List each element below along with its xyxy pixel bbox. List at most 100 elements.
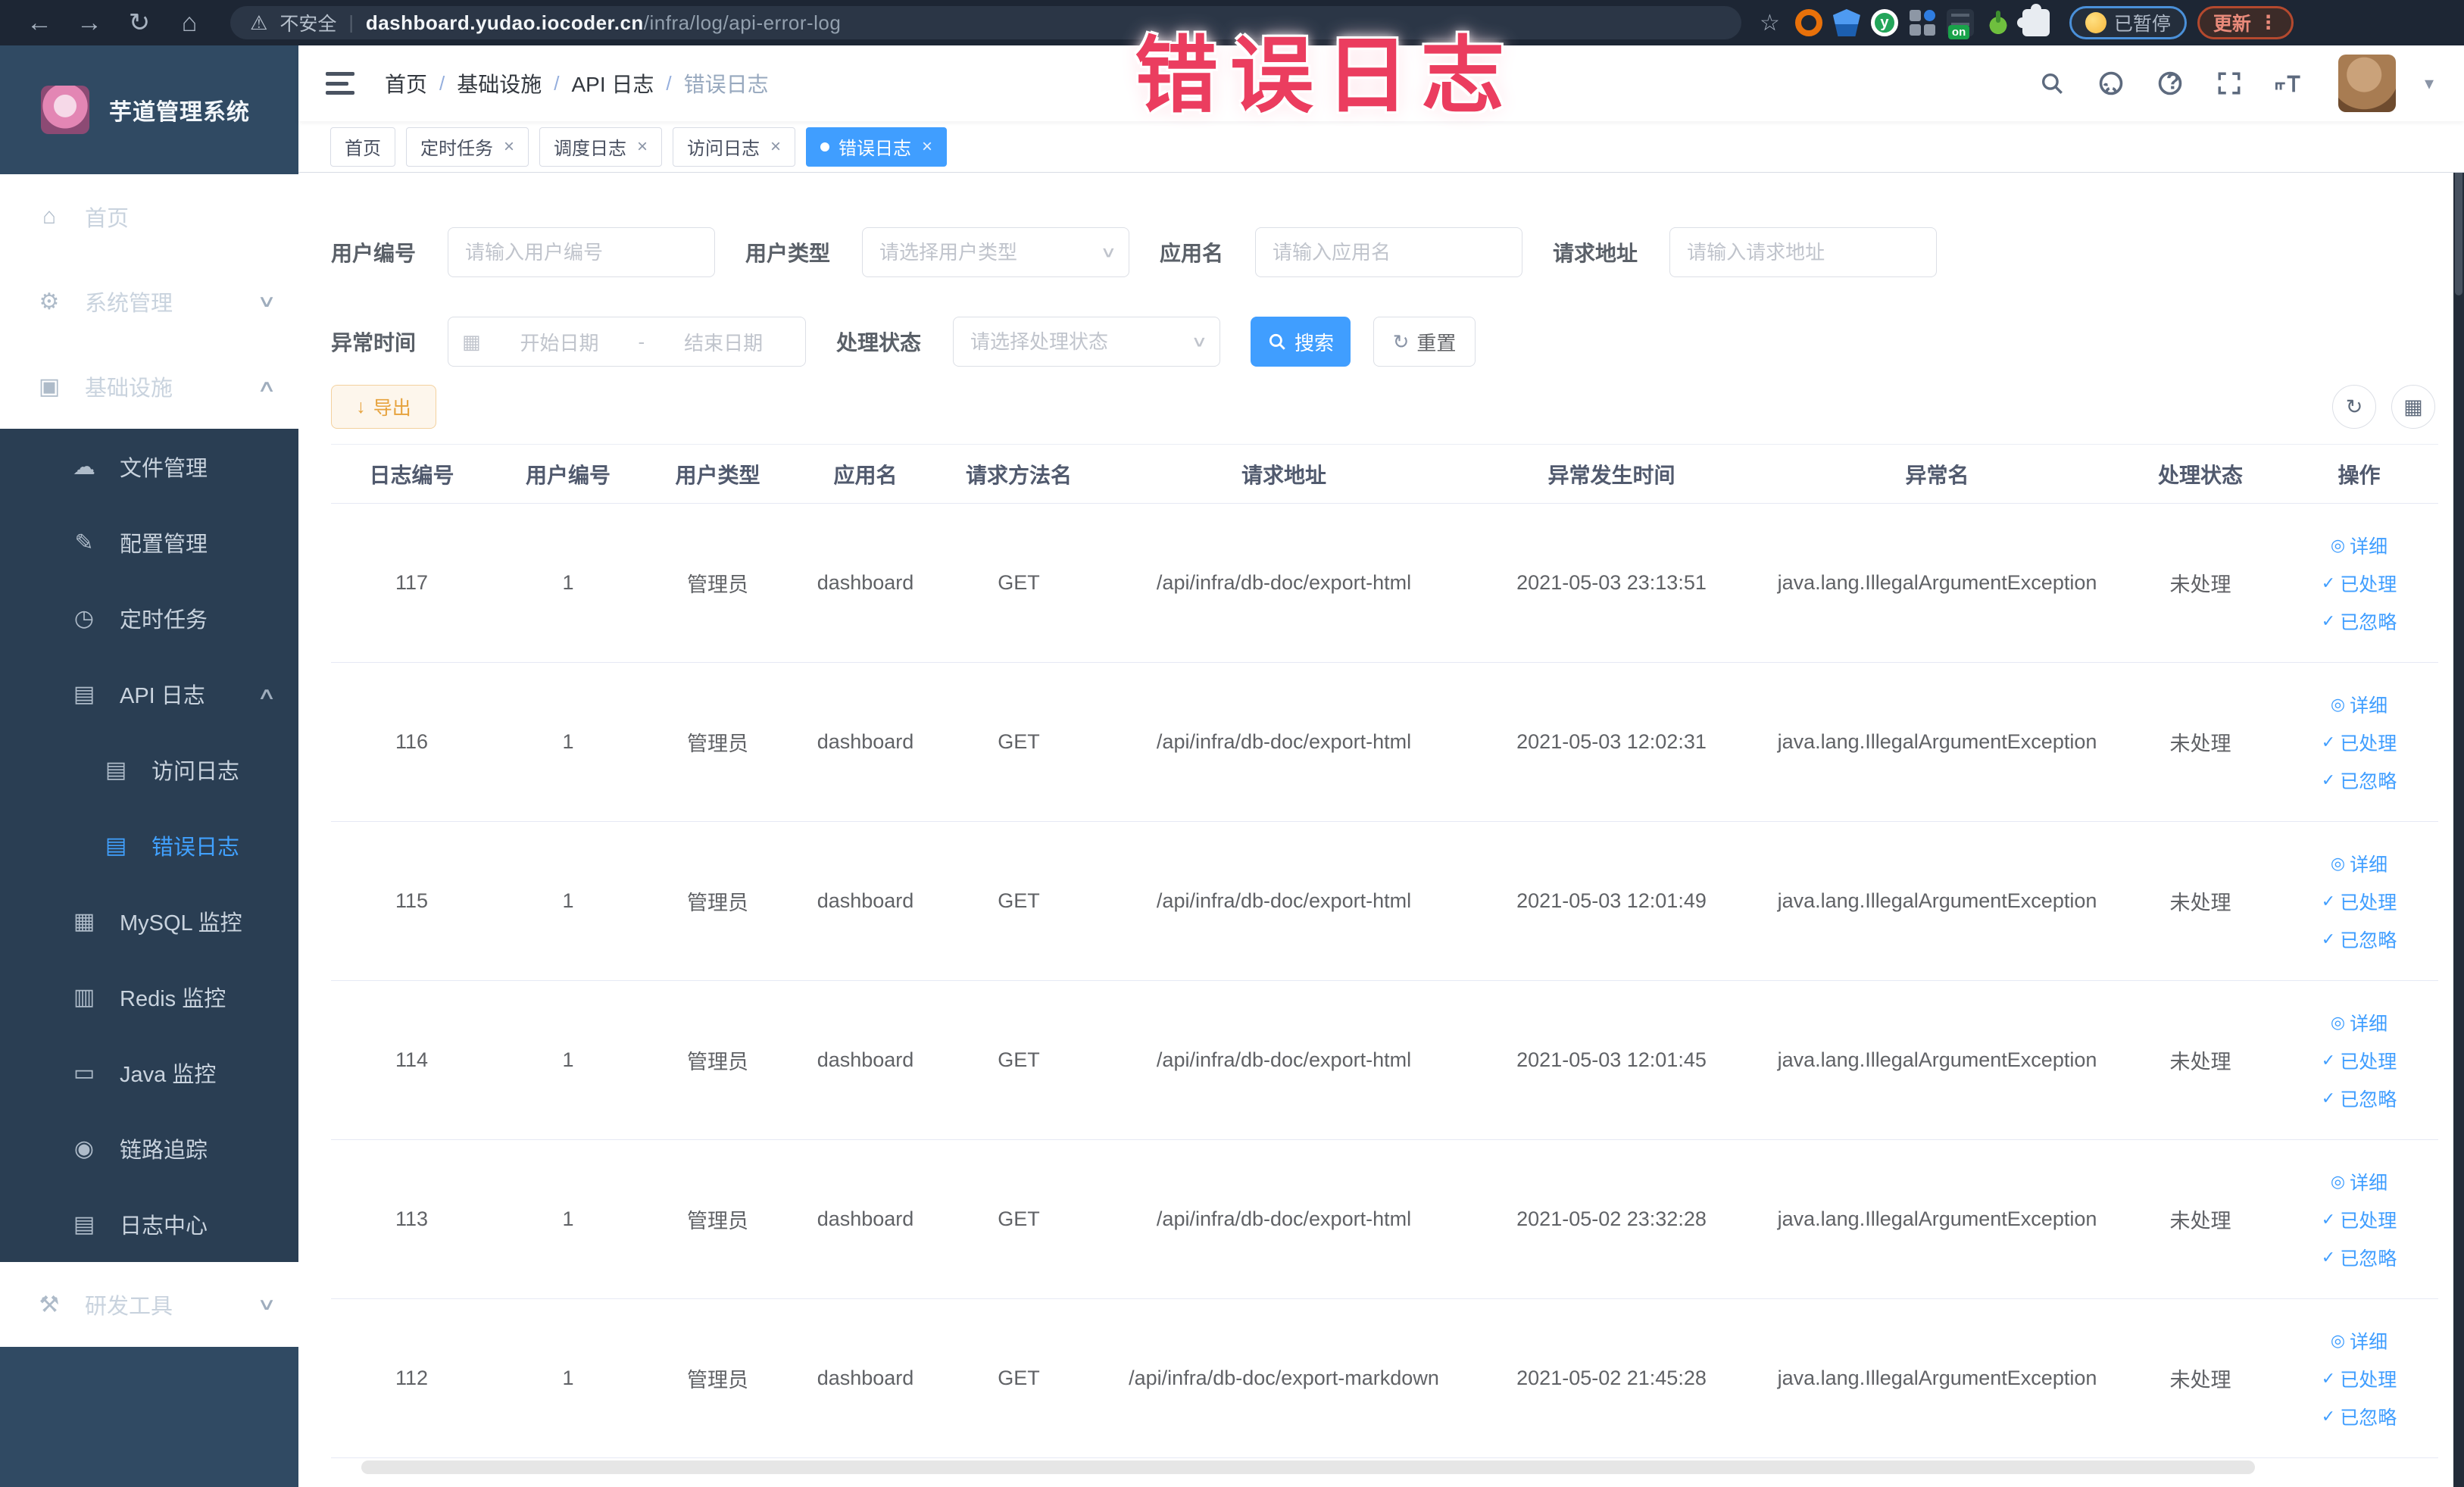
sidebar-item-redis[interactable]: ▥ Redis 监控 bbox=[0, 959, 298, 1035]
tab-调度日志[interactable]: 调度日志 × bbox=[539, 127, 663, 167]
extension-orange-icon[interactable] bbox=[1794, 9, 1822, 36]
user-type-select[interactable] bbox=[862, 227, 1130, 277]
action-已忽略[interactable]: ✓ 已忽略 bbox=[2322, 767, 2397, 794]
action-详细[interactable]: ◎ 详细 bbox=[2331, 532, 2387, 559]
tab-label: 错误日志 bbox=[839, 139, 912, 159]
breadcrumb-item[interactable]: 首页 bbox=[385, 68, 427, 98]
sidebar-item-home[interactable]: ⌂ 首页 bbox=[0, 174, 298, 259]
export-button[interactable]: ↓ 导出 bbox=[331, 385, 436, 429]
cell-exception: java.lang.IllegalArgumentException bbox=[1777, 730, 2097, 753]
reload-icon[interactable]: ↻ bbox=[120, 8, 159, 38]
check-icon: ✓ bbox=[2321, 1209, 2336, 1229]
action-已处理[interactable]: ✓ 已处理 bbox=[2322, 1365, 2397, 1392]
date-range-picker[interactable]: ▦ 开始日期 - 结束日期 bbox=[448, 317, 807, 367]
search-icon[interactable] bbox=[2037, 68, 2067, 98]
cell-user_type: 管理员 bbox=[687, 1369, 748, 1392]
sidebar-item-api-log[interactable]: ▤ API 日志 ∧ bbox=[0, 656, 298, 732]
action-label: 已处理 bbox=[2340, 892, 2397, 914]
sidebar-item-java[interactable]: ▭ Java 监控 bbox=[0, 1035, 298, 1111]
fullscreen-icon[interactable] bbox=[2214, 68, 2244, 98]
github-icon[interactable] bbox=[2096, 68, 2126, 98]
close-tab-icon[interactable]: × bbox=[770, 136, 781, 158]
action-详细[interactable]: ◎ 详细 bbox=[2331, 691, 2387, 718]
sidebar-item-devtools[interactable]: ⚒ 研发工具 ∨ bbox=[0, 1262, 298, 1347]
cell-status: 未处理 bbox=[2169, 1210, 2231, 1232]
action-详细[interactable]: ◎ 详细 bbox=[2331, 1168, 2387, 1195]
sidebar-item-error-log[interactable]: ▤ 错误日志 bbox=[0, 808, 298, 883]
eye-icon: ◎ bbox=[2330, 1171, 2346, 1191]
action-已处理[interactable]: ✓ 已处理 bbox=[2322, 888, 2397, 915]
extension-grid-icon[interactable] bbox=[1909, 9, 1936, 36]
sidebar-item-infra[interactable]: ▣ 基础设施 ∧ bbox=[0, 344, 298, 429]
cell-user_type: 管理员 bbox=[687, 892, 748, 914]
action-已忽略[interactable]: ✓ 已忽略 bbox=[2322, 1403, 2397, 1430]
tab-首页[interactable]: 首页 bbox=[330, 127, 395, 167]
chevron-down-icon[interactable]: ▾ bbox=[2425, 73, 2434, 95]
tab-定时任务[interactable]: 定时任务 × bbox=[406, 127, 529, 167]
profile-paused-pill[interactable]: 已暂停 bbox=[2069, 6, 2187, 39]
action-已忽略[interactable]: ✓ 已忽略 bbox=[2322, 608, 2397, 635]
font-size-icon[interactable] bbox=[2273, 68, 2303, 98]
action-已处理[interactable]: ✓ 已处理 bbox=[2322, 570, 2397, 597]
cell-exception: java.lang.IllegalArgumentException bbox=[1777, 1048, 2097, 1071]
bookmark-star-icon[interactable]: ☆ bbox=[1760, 10, 1780, 36]
breadcrumb-separator: / bbox=[666, 71, 672, 95]
search-button[interactable]: 搜索 bbox=[1251, 317, 1351, 367]
sidebar-item-system[interactable]: ⚙ 系统管理 ∨ bbox=[0, 259, 298, 344]
action-已忽略[interactable]: ✓ 已忽略 bbox=[2322, 1244, 2397, 1271]
sidebar-item-label: API 日志 bbox=[120, 684, 205, 708]
extension-shield-icon[interactable] bbox=[1832, 9, 1860, 36]
action-详细[interactable]: ◎ 详细 bbox=[2331, 850, 2387, 877]
menu-kebab-icon[interactable]: ⋮ bbox=[2259, 11, 2278, 34]
browser-update-pill[interactable]: 更新 ⋮ bbox=[2197, 6, 2294, 39]
action-已处理[interactable]: ✓ 已处理 bbox=[2322, 729, 2397, 756]
horizontal-scrollbar[interactable] bbox=[361, 1460, 2255, 1474]
column-header-id: 日志编号 bbox=[369, 463, 454, 487]
extension-sprout-icon[interactable] bbox=[1984, 9, 2012, 36]
reset-button[interactable]: ↻ 重置 bbox=[1373, 317, 1476, 367]
request-url-input[interactable] bbox=[1669, 227, 1938, 277]
close-tab-icon[interactable]: × bbox=[922, 136, 932, 158]
sidebar-item-job[interactable]: ◷ 定时任务 bbox=[0, 580, 298, 656]
action-已忽略[interactable]: ✓ 已忽略 bbox=[2322, 1085, 2397, 1112]
breadcrumb-item[interactable]: 基础设施 bbox=[457, 68, 542, 98]
process-status-select[interactable] bbox=[953, 317, 1221, 367]
extension-onoff-icon[interactable]: on bbox=[1946, 9, 1974, 39]
close-tab-icon[interactable]: × bbox=[637, 136, 648, 158]
action-已忽略[interactable]: ✓ 已忽略 bbox=[2322, 926, 2397, 953]
sidebar-item-trace[interactable]: ◉ 链路追踪 bbox=[0, 1111, 298, 1186]
refresh-button[interactable]: ↻ bbox=[2332, 385, 2376, 429]
close-tab-icon[interactable]: × bbox=[504, 136, 514, 158]
action-详细[interactable]: ◎ 详细 bbox=[2331, 1009, 2387, 1036]
vertical-scrollbar[interactable] bbox=[2453, 45, 2464, 1487]
tab-访问日志[interactable]: 访问日志 × bbox=[673, 127, 796, 167]
action-已处理[interactable]: ✓ 已处理 bbox=[2322, 1047, 2397, 1074]
action-已处理[interactable]: ✓ 已处理 bbox=[2322, 1206, 2397, 1233]
sidebar-item-mysql[interactable]: ▦ MySQL 监控 bbox=[0, 883, 298, 959]
browser-home-icon[interactable]: ⌂ bbox=[170, 8, 209, 38]
filter-row-2: 异常时间 ▦ 开始日期 - 结束日期 处理状态 ∨ bbox=[331, 317, 2438, 367]
back-icon[interactable]: ← bbox=[20, 8, 59, 38]
action-label: 已忽略 bbox=[2340, 1407, 2397, 1429]
action-详细[interactable]: ◎ 详细 bbox=[2331, 1327, 2387, 1354]
breadcrumb-item[interactable]: API 日志 bbox=[572, 68, 654, 98]
logo-row[interactable]: 芋道管理系统 bbox=[0, 45, 298, 174]
user-id-input[interactable] bbox=[448, 227, 716, 277]
extension-y-icon[interactable]: y bbox=[1870, 9, 1898, 36]
sidebar-item-label: 首页 bbox=[85, 207, 130, 231]
help-icon[interactable]: ? bbox=[2155, 68, 2185, 98]
sidebar-item-access-log[interactable]: ▤ 访问日志 bbox=[0, 732, 298, 808]
app-name-input[interactable] bbox=[1255, 227, 1523, 277]
column-settings-button[interactable]: ▦ bbox=[2391, 385, 2435, 429]
sidebar-item-config[interactable]: ✎ 配置管理 bbox=[0, 505, 298, 580]
sidebar-item-log-center[interactable]: ▤ 日志中心 bbox=[0, 1186, 298, 1262]
redis-icon: ▥ bbox=[73, 984, 95, 1010]
sidebar-item-file[interactable]: ☁ 文件管理 bbox=[0, 429, 298, 505]
forward-icon[interactable]: → bbox=[70, 8, 109, 38]
tab-错误日志[interactable]: 错误日志 × bbox=[806, 127, 948, 167]
hamburger-icon[interactable] bbox=[326, 72, 354, 95]
user-avatar[interactable] bbox=[2338, 55, 2396, 112]
address-bar[interactable]: ⚠ 不安全 | dashboard.yudao.iocoder.cn/infra… bbox=[230, 6, 1741, 39]
extensions-puzzle-icon[interactable] bbox=[2016, 4, 2050, 36]
table-row: 117 1 管理员 dashboard GET/api/infra/db-doc/exp… bbox=[331, 504, 2438, 663]
